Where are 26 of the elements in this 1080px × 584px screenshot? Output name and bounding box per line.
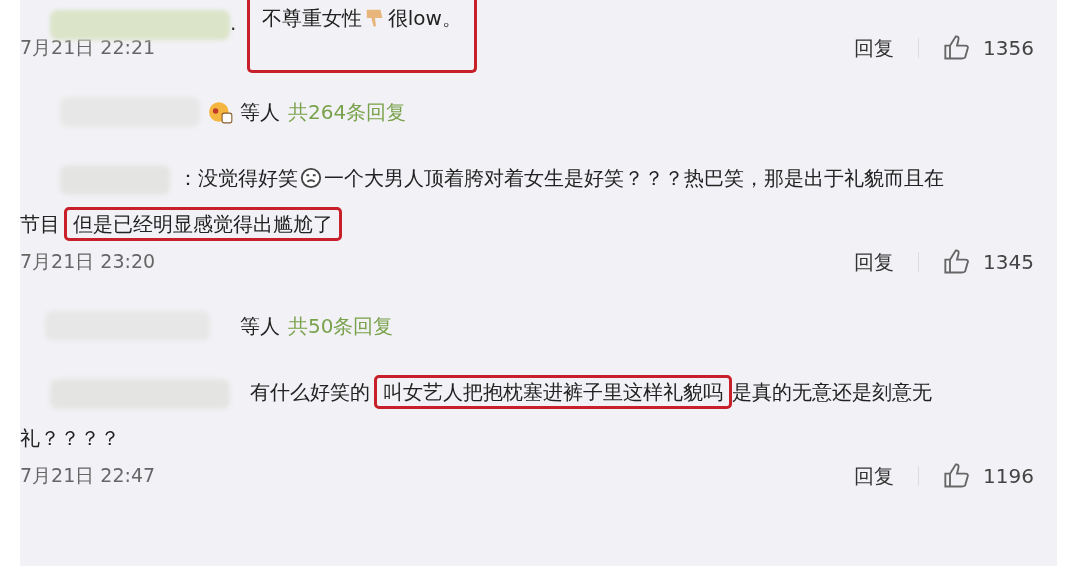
like-count: 1196: [983, 464, 1034, 488]
thumbs-up-icon[interactable]: [943, 248, 972, 276]
comment-text: 但是已经明显感觉得出尴尬了: [73, 212, 333, 236]
reply-link[interactable]: 回复: [854, 248, 895, 276]
reply-link[interactable]: 回复: [854, 462, 895, 490]
comment-date: 7月21日 23:20: [20, 249, 156, 274]
thumbs-up-icon[interactable]: [943, 34, 972, 62]
thumbs-up-icon[interactable]: [943, 462, 972, 490]
summary-label: 等人: [240, 98, 280, 126]
face-icon: [300, 167, 322, 189]
comment-text: 叫女艺人把抱枕塞进裤子里这样礼貌吗: [383, 380, 723, 404]
summary-label: 等人: [240, 312, 280, 340]
like-count: 1356: [983, 36, 1034, 60]
comment-text: 很low。: [387, 6, 462, 30]
comment-text: 节目: [20, 212, 60, 236]
comment-text: 一个大男人顶着胯对着女生是好笑？？？热巴笑，那是出于礼貌而且在: [324, 166, 944, 190]
comment-date: 7月21日 22:47: [20, 463, 156, 488]
comment-date: 7月21日 22:21: [20, 35, 156, 60]
comment-text: 不尊重女性: [261, 6, 362, 30]
comment-text: .: [230, 11, 238, 35]
comment-text: 有什么好笑的: [250, 380, 370, 404]
like-count: 1345: [983, 250, 1034, 274]
comment-text: ：没觉得好笑: [178, 166, 298, 190]
comment-text: 礼？？？？: [20, 426, 120, 450]
comment-text: 是真的无意还是刻意无: [732, 380, 932, 404]
reply-link[interactable]: 回复: [854, 34, 895, 62]
